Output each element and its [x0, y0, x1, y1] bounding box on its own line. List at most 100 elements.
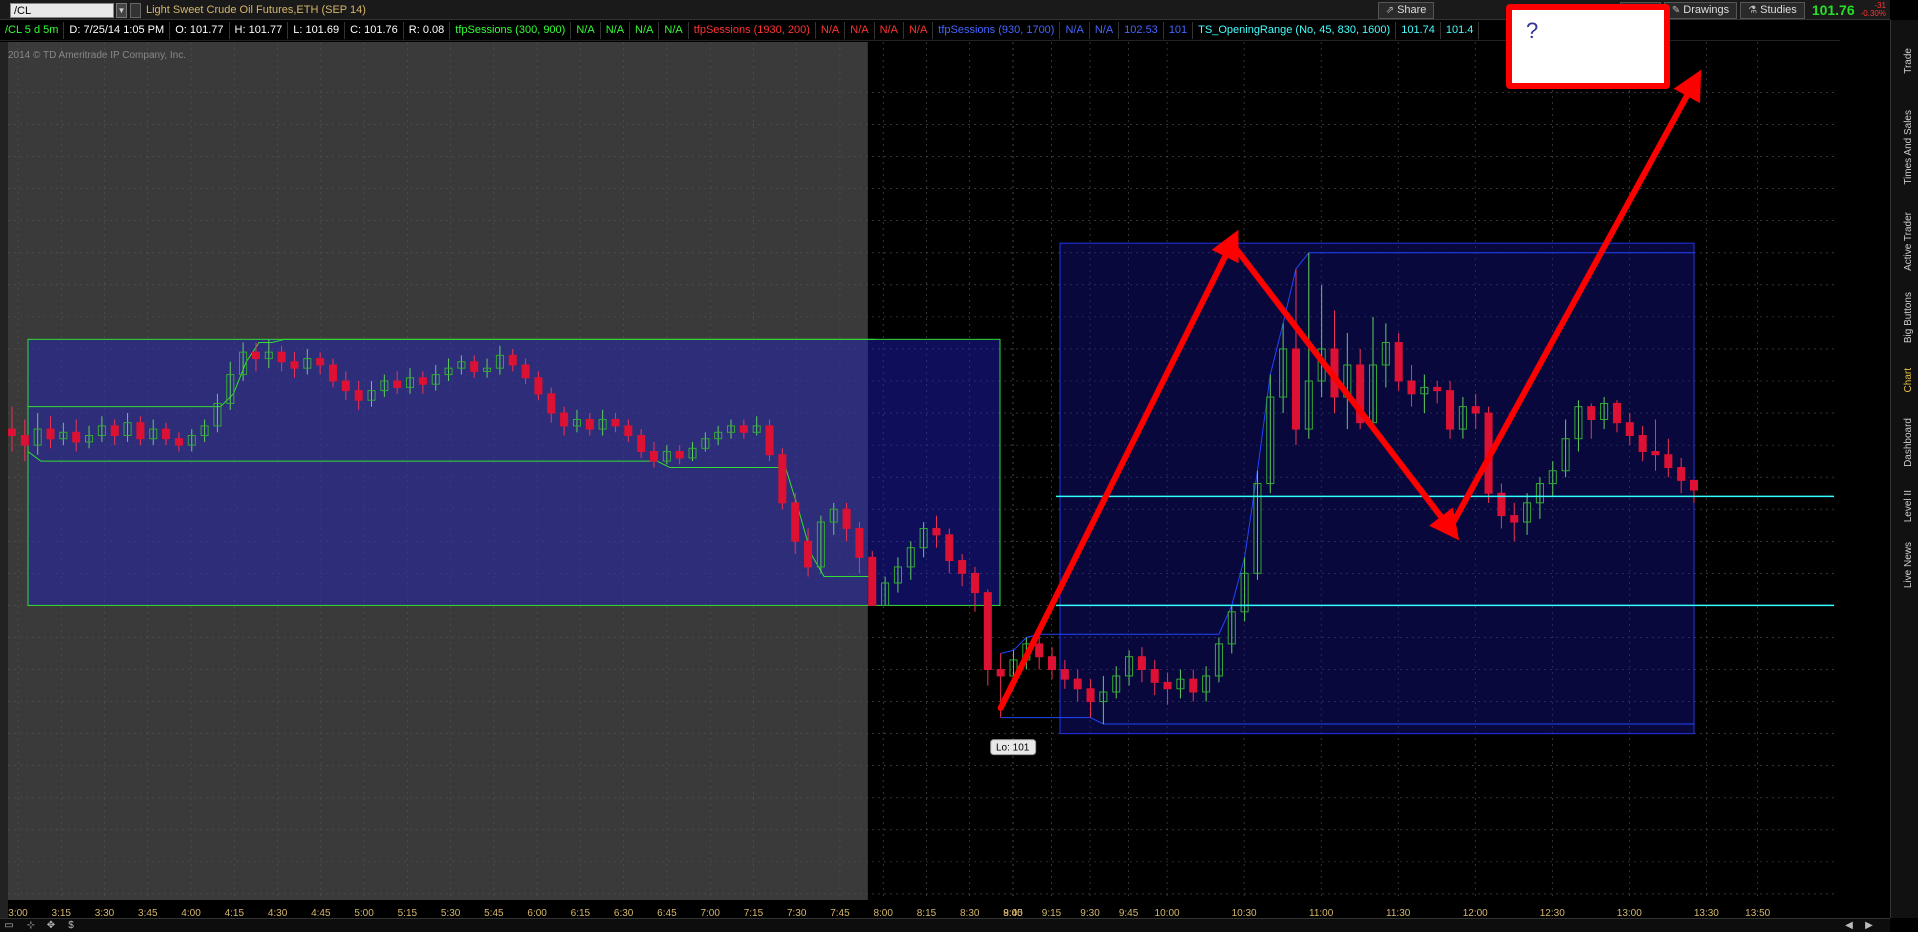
side-tab-times-and-sales[interactable]: Times And Sales [1903, 110, 1914, 185]
drawings-button[interactable]: ✎ Drawings [1663, 1, 1738, 19]
study-value: tfpSessions (930, 1700) [933, 22, 1061, 39]
study-value: N/A [875, 22, 904, 39]
study-value: 102.53 [1119, 22, 1164, 39]
candle-body [1587, 406, 1596, 420]
candle-body [534, 377, 543, 395]
candle-body [316, 358, 325, 366]
symbol-input[interactable]: /CL [10, 3, 114, 18]
price-chart[interactable]: 103102.9102.8102.7102.6102.5102.4102.310… [0, 42, 1840, 918]
candle-body [1189, 678, 1198, 693]
x-tick-label: 5:00 [354, 908, 374, 918]
study-value: R: 0.08 [404, 22, 451, 39]
overnight-range-box [27, 338, 1001, 606]
x-tick-label: 5:45 [484, 908, 504, 918]
candle-body [251, 351, 260, 360]
candle-body [354, 390, 363, 401]
candle-body [855, 527, 864, 558]
candle-body [1073, 678, 1082, 690]
low-label-text: Lo: 101 [996, 743, 1030, 754]
candle-body [624, 425, 633, 437]
candle-body [1638, 435, 1647, 453]
candle-body [1291, 348, 1301, 430]
candle-body [1446, 390, 1455, 430]
study-value: tfpSessions (300, 900) [450, 22, 572, 39]
x-tick-label: 7:15 [744, 908, 764, 918]
link-icon[interactable] [130, 3, 141, 18]
side-tab-trade[interactable]: Trade [1903, 48, 1914, 74]
x-tick-label: 10:00 [1155, 908, 1180, 918]
candle-body [868, 556, 877, 606]
candle-body [1047, 656, 1057, 671]
candle-body [804, 540, 813, 568]
candle-body [1471, 406, 1480, 414]
candle-body [174, 438, 183, 446]
side-tab-chart[interactable]: Chart [1903, 368, 1914, 392]
side-tab-live-news[interactable]: Live News [1903, 542, 1914, 588]
chart-area[interactable]: 103102.9102.8102.7102.6102.5102.4102.310… [0, 42, 1840, 918]
candle-body [842, 508, 851, 529]
candle-body [1677, 467, 1686, 481]
scroll-left-icon[interactable]: ◀ [1842, 920, 1856, 932]
candle-body [7, 428, 17, 436]
copyright: 2014 © TD Ameritrade IP Company, Inc. [8, 50, 186, 61]
candle-body [970, 572, 980, 594]
symbol-dropdown-icon[interactable]: ▼ [116, 3, 127, 18]
candle-body [1407, 380, 1416, 395]
dollar-icon[interactable]: $ [64, 920, 78, 932]
side-tab-dashboard[interactable]: Dashboard [1903, 418, 1914, 467]
study-value: N/A [601, 22, 631, 39]
side-tab-active-trader[interactable]: Active Trader [1903, 212, 1914, 271]
x-tick-label: 10:30 [1232, 908, 1257, 918]
candle-body [277, 351, 286, 363]
candle-body [560, 412, 569, 427]
share-button[interactable]: ⇗ Share [1377, 1, 1435, 19]
question-mark: ? [1526, 18, 1539, 43]
studies-label: Studies [1760, 3, 1797, 16]
x-tick-label: 9:00 [1003, 908, 1023, 918]
x-tick-label: 12:00 [1463, 908, 1488, 918]
candle-body [393, 380, 402, 388]
pan-icon[interactable]: ✥ [44, 920, 58, 932]
candle-body [418, 377, 427, 385]
x-tick-label: 7:00 [700, 908, 720, 918]
study-value: 101.4 [1441, 22, 1480, 39]
side-tab-big-buttons[interactable]: Big Buttons [1903, 292, 1914, 343]
candle-body [585, 418, 594, 430]
studies-button[interactable]: ⚗ Studies [1740, 1, 1805, 19]
x-tick-label: 8:30 [960, 908, 980, 918]
study-value: N/A [845, 22, 875, 39]
candle-body [162, 428, 171, 440]
study-value: /CL 5 d 5m [0, 22, 65, 39]
scroll-right-icon[interactable]: ▶ [1862, 920, 1876, 932]
candle-body [1035, 643, 1044, 658]
candle-body [739, 425, 748, 433]
x-tick-label: 13:00 [1617, 908, 1642, 918]
x-tick-label: 5:15 [398, 908, 418, 918]
drawing-icon[interactable]: ⊹ [24, 920, 38, 932]
candle-body [611, 418, 620, 427]
x-tick-label: 8:15 [917, 908, 937, 918]
x-tick-label: 3:45 [138, 908, 158, 918]
candle-body [1137, 656, 1146, 671]
flask-icon: ⚗ [1748, 4, 1758, 16]
study-value: N/A [816, 22, 846, 39]
x-tick-label: 5:30 [441, 908, 461, 918]
study-value: H: 101.77 [230, 22, 289, 39]
candle-body [996, 669, 1005, 677]
study-value: D: 7/25/14 1:05 PM [64, 22, 171, 39]
x-tick-label: 12:30 [1540, 908, 1565, 918]
candle-body [1689, 479, 1699, 491]
candle-body [649, 451, 659, 462]
x-tick-label: 6:15 [571, 908, 591, 918]
candle-body [1060, 669, 1069, 680]
last-price: 101.76 [1811, 2, 1855, 18]
candle-body [1394, 342, 1403, 382]
net-change-percent: -0.30% [1860, 9, 1886, 18]
candle-body [1510, 515, 1519, 523]
x-tick-label: 11:00 [1309, 908, 1334, 918]
candle-body [1612, 402, 1621, 424]
x-tick-label: 4:00 [181, 908, 201, 918]
side-tab-level-ii[interactable]: Level II [1903, 490, 1914, 522]
study-value: tfpSessions (1930, 200) [689, 22, 816, 39]
screen-icon[interactable]: ▭ [2, 920, 16, 932]
